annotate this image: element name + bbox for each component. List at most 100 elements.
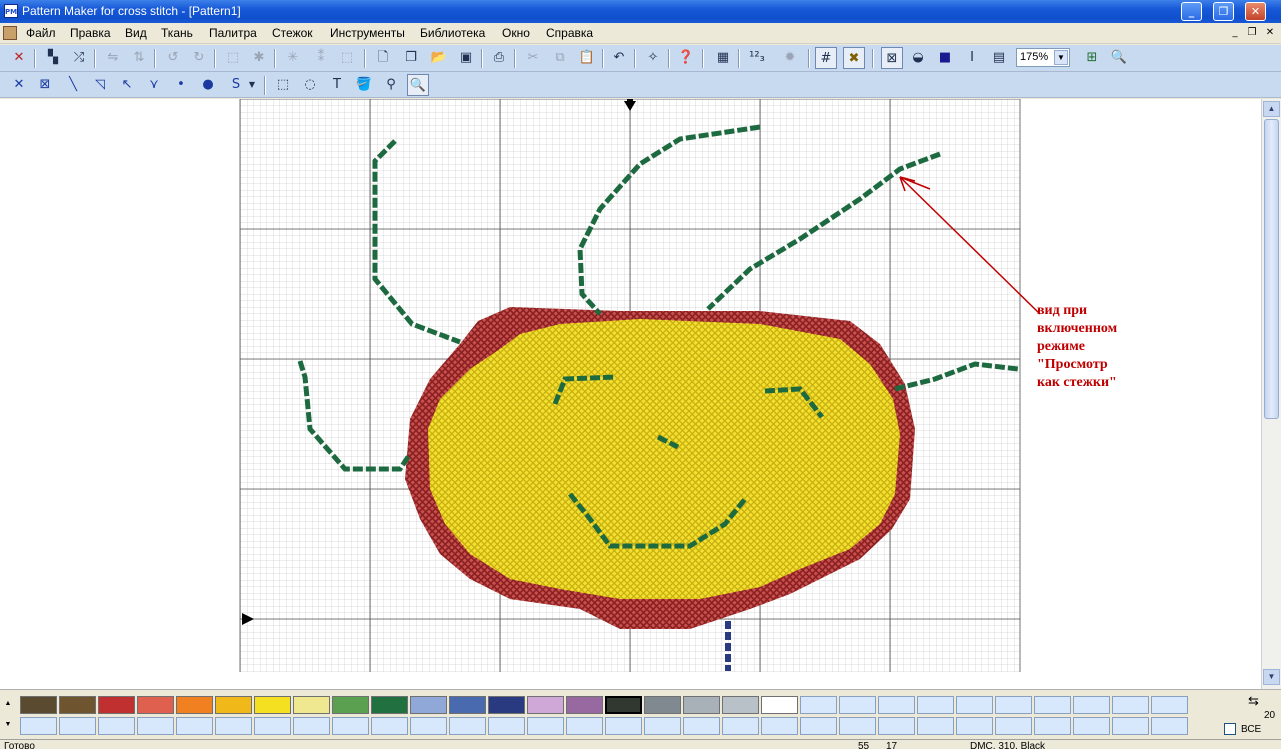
magnifier-icon[interactable]: 🔍	[407, 74, 429, 96]
palette-swatch[interactable]	[371, 696, 408, 714]
menu-tools[interactable]: Инструменты	[330, 26, 405, 40]
palette-swatch[interactable]	[488, 696, 525, 714]
three-quarter-stitch-icon[interactable]: ◹	[89, 74, 111, 96]
pattern-canvas[interactable]: вид при включенном режиме "Просмотр как …	[0, 99, 1261, 689]
flip-vertical-icon[interactable]: ⇅	[128, 47, 150, 69]
document-icon[interactable]	[3, 26, 17, 40]
palette-swatch-empty[interactable]	[254, 717, 291, 735]
palette-swatch-empty[interactable]	[878, 717, 915, 735]
palette-swatch[interactable]	[332, 696, 369, 714]
bead-icon[interactable]: ●	[197, 74, 219, 96]
undo-icon[interactable]: ↶	[608, 47, 630, 69]
menu-help[interactable]: Справка	[546, 26, 593, 40]
palette-swatch-empty[interactable]	[176, 717, 213, 735]
pattern-grid[interactable]	[0, 99, 1261, 689]
menu-fabric[interactable]: Ткань	[161, 26, 193, 40]
palette-swatch-empty[interactable]	[488, 717, 525, 735]
print-icon[interactable]: ⎙	[488, 47, 510, 69]
notes-icon[interactable]: ▤	[988, 47, 1010, 69]
palette-swatch-empty[interactable]	[995, 696, 1032, 714]
help-icon[interactable]: ❓	[675, 47, 697, 69]
grid-icon[interactable]: #	[815, 47, 837, 69]
fill-icon[interactable]: ✱	[248, 47, 270, 69]
lasso-select-icon[interactable]: ◌	[299, 74, 321, 96]
palette-swatch-empty[interactable]	[1073, 717, 1110, 735]
scroll-up-icon[interactable]: ▲	[1263, 101, 1280, 117]
menu-file[interactable]: Файл	[26, 26, 56, 40]
palette-swatch-empty[interactable]	[332, 717, 369, 735]
palette-swatch[interactable]	[254, 696, 291, 714]
palette-swatch-empty[interactable]	[527, 717, 564, 735]
palette-swatch[interactable]	[566, 696, 603, 714]
palette-swatch-empty[interactable]	[566, 717, 603, 735]
scroll-thumb[interactable]	[1264, 119, 1279, 419]
palette-swatch-empty[interactable]	[800, 696, 837, 714]
minimize-button[interactable]: _	[1181, 2, 1202, 21]
palette-swatch[interactable]	[176, 696, 213, 714]
new-file-icon[interactable]: 🗋	[372, 47, 394, 69]
color-palette-icon[interactable]: ▦	[712, 47, 734, 69]
palette-swatch-empty[interactable]	[956, 696, 993, 714]
open-folder-icon[interactable]: 📂	[428, 47, 450, 69]
palette-swatch-empty[interactable]	[1034, 696, 1071, 714]
cut-icon[interactable]: ✂	[522, 47, 544, 69]
menu-stitch[interactable]: Стежок	[272, 26, 313, 40]
close-button[interactable]: ✕	[1245, 2, 1266, 21]
effects-icon[interactable]: ✹	[779, 47, 801, 69]
palette-swatch[interactable]	[20, 696, 57, 714]
palette-swatch-empty[interactable]	[410, 717, 447, 735]
menu-window[interactable]: Окно	[502, 26, 530, 40]
palette-swatch[interactable]	[644, 696, 681, 714]
palette-swatch[interactable]	[761, 696, 798, 714]
palette-swatch-empty[interactable]	[1073, 696, 1110, 714]
delete-icon[interactable]: ✕	[8, 47, 30, 69]
chevron-down-icon[interactable]: ▼	[246, 74, 258, 96]
palette-swatch[interactable]	[605, 696, 642, 714]
palette-swatch-empty[interactable]	[1151, 696, 1188, 714]
long-stitch-icon[interactable]: ⋎	[143, 74, 165, 96]
symbols-icon[interactable]: ¹²₃	[746, 47, 768, 69]
crop-icon[interactable]: ⬚	[336, 47, 358, 69]
palette-swatch-empty[interactable]	[215, 717, 252, 735]
mdi-minimize-button[interactable]: _	[1228, 27, 1242, 40]
palette-swatch[interactable]	[59, 696, 96, 714]
all-checkbox[interactable]	[1224, 723, 1236, 735]
palette-swatch-empty[interactable]	[722, 717, 759, 735]
palette-swatch[interactable]	[137, 696, 174, 714]
full-stitch-icon[interactable]: ✕	[8, 74, 30, 96]
palette-swatch-empty[interactable]	[644, 717, 681, 735]
select-area-icon[interactable]: ⬚	[222, 47, 244, 69]
app-icon[interactable]: PM	[4, 4, 18, 18]
palette-swatch-empty[interactable]	[1151, 717, 1188, 735]
new-window-icon[interactable]: ❐	[400, 47, 422, 69]
zoom-search-icon[interactable]: 🔍	[1108, 47, 1130, 69]
french-knot-icon[interactable]: •	[170, 74, 192, 96]
mdi-close-button[interactable]: ✕	[1263, 27, 1277, 40]
palette-swatch[interactable]	[410, 696, 447, 714]
palette-scroll-arrows-icon[interactable]: ⇆	[1248, 693, 1259, 709]
palette-swatch[interactable]	[527, 696, 564, 714]
palette-swatch-empty[interactable]	[605, 717, 642, 735]
quarter-stitch-icon[interactable]: ⊠	[34, 74, 56, 96]
palette-swatch[interactable]	[683, 696, 720, 714]
view-as-stitches-icon[interactable]: ⊠	[881, 47, 903, 69]
menu-edit[interactable]: Правка	[70, 26, 111, 40]
vertical-scrollbar[interactable]: ▲ ▼	[1261, 99, 1281, 689]
palette-swatch[interactable]	[293, 696, 330, 714]
palette-swatch-empty[interactable]	[761, 717, 798, 735]
palette-swatch[interactable]	[722, 696, 759, 714]
zoom-select[interactable]: 175% ▼	[1016, 48, 1070, 67]
palette-swatch-empty[interactable]	[1112, 717, 1149, 735]
palette-swatch-empty[interactable]	[878, 696, 915, 714]
mirror-icon[interactable]: ✳	[282, 47, 304, 69]
palette-swatch[interactable]	[98, 696, 135, 714]
palette-swatch-empty[interactable]	[1112, 696, 1149, 714]
backstitch-icon[interactable]: ↖	[116, 74, 138, 96]
palette-swatch-empty[interactable]	[995, 717, 1032, 735]
palette-swatch-empty[interactable]	[917, 696, 954, 714]
palette-swatch-empty[interactable]	[956, 717, 993, 735]
rotate-right-icon[interactable]: ↻	[188, 47, 210, 69]
replace-stitch-icon[interactable]: ⤮	[68, 47, 90, 69]
fill-bucket-icon[interactable]: 🪣	[353, 74, 375, 96]
palette-swatch-empty[interactable]	[839, 717, 876, 735]
